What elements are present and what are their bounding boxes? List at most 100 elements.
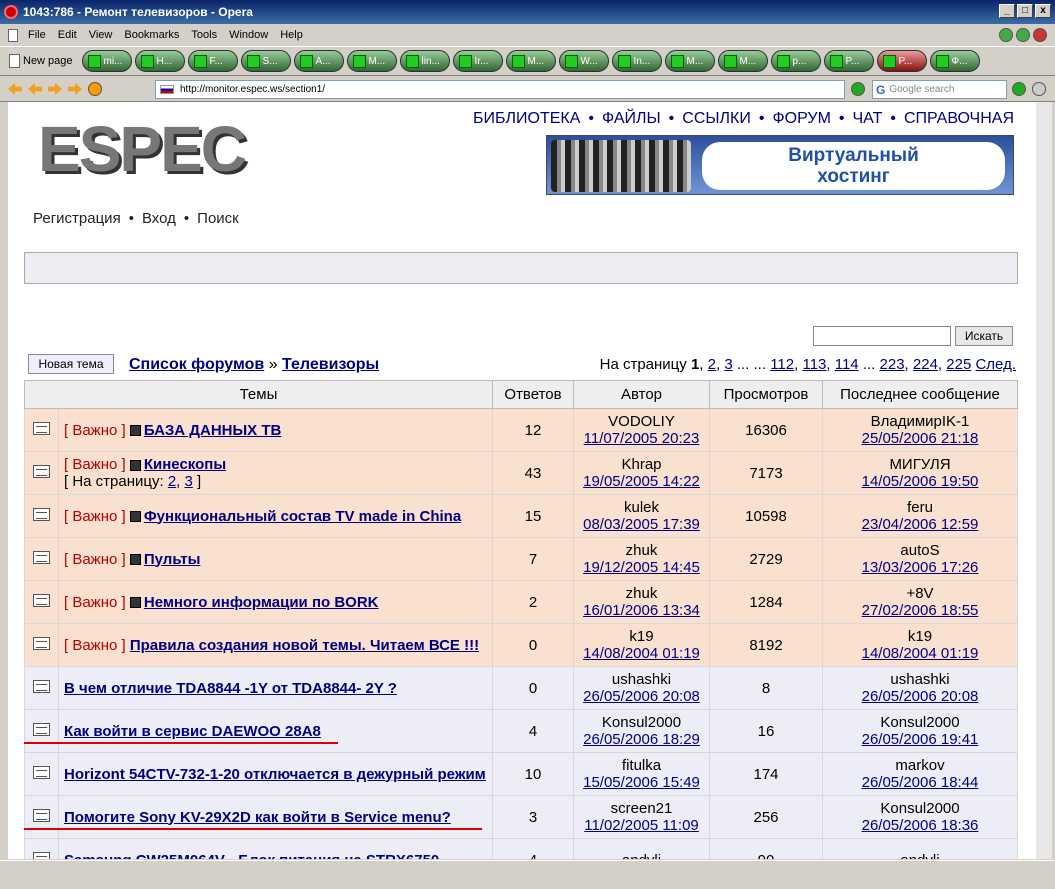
author-date[interactable]: 26/05/2006 18:29 [583,731,700,748]
search-button[interactable]: Искать [955,326,1013,346]
author-name[interactable]: Khrap [574,456,709,473]
pager-link[interactable]: 112 [770,356,794,373]
tab[interactable]: mi... [81,50,132,72]
nav-help[interactable]: СПРАВОЧНАЯ [904,110,1014,128]
topic-link[interactable]: Как войти в сервис DAEWOO 28A8 [64,723,321,740]
close-button[interactable]: x [1035,4,1051,18]
author-date[interactable]: 15/05/2006 15:49 [583,774,700,791]
last-post-date[interactable]: 27/02/2006 18:55 [862,602,979,619]
nav-links[interactable]: ССЫЛКИ [682,110,751,128]
tab[interactable]: In... [611,50,662,72]
new-page-button[interactable]: New page [6,54,76,68]
topic-link[interactable]: Помогите Sony KV-29X2D как войти в Servi… [64,809,451,826]
tab[interactable]: M... [664,50,715,72]
address-field[interactable]: http://monitor.espec.ws/section1/ [155,80,845,99]
maximize-button[interactable]: □ [1017,4,1033,18]
go-icon[interactable] [851,82,865,96]
tab[interactable]: H... [134,50,185,72]
last-post-date[interactable]: 23/04/2006 12:59 [862,516,979,533]
hosting-banner[interactable]: Виртуальный хостинг [546,135,1014,195]
topic-link[interactable]: Правила создания новой темы. Читаем ВСЕ … [130,637,479,654]
author-name[interactable]: screen21 [574,800,709,817]
forum-search-input[interactable] [813,326,951,346]
topic-link[interactable]: БАЗА ДАННЫХ ТВ [144,422,281,439]
breadcrumb-forum-list[interactable]: Список форумов [129,356,264,373]
tab[interactable]: p... [770,50,821,72]
author-name[interactable]: zhuk [574,542,709,559]
author-date[interactable]: 19/05/2005 14:22 [583,473,700,490]
topic-link[interactable]: Samsung CW25M064V - Блок питания на STRX… [64,852,439,860]
last-post-user[interactable]: Konsul2000 [823,714,1017,731]
pager-link[interactable]: 223 [880,356,905,373]
new-topic-button[interactable]: Новая тема [28,354,114,374]
topic-link[interactable]: Немного информации по BORK [144,594,379,611]
last-post-date[interactable]: 26/05/2006 18:36 [862,817,979,834]
pager-link[interactable]: 224 [913,356,938,373]
forward-circle-icon[interactable] [1016,28,1030,42]
search-link[interactable]: Поиск [197,210,239,227]
tab[interactable]: M... [717,50,768,72]
author-name[interactable]: Konsul2000 [574,714,709,731]
tab[interactable]: Ф... [929,50,980,72]
last-post-user[interactable]: andyli [823,852,1017,860]
tab[interactable]: F... [187,50,238,72]
nav-library[interactable]: БИБЛИОТЕКА [473,110,580,128]
nav-forum[interactable]: ФОРУМ [772,110,830,128]
menu-help[interactable]: Help [280,29,303,41]
topic-link[interactable]: Пульты [144,551,201,568]
nav-chat[interactable]: ЧАТ [853,110,883,128]
author-date[interactable]: 08/03/2005 17:39 [583,516,700,533]
menu-file[interactable]: File [28,29,46,41]
menu-bookmarks[interactable]: Bookmarks [124,29,179,41]
author-name[interactable]: fitulka [574,757,709,774]
tab[interactable]: S... [240,50,291,72]
last-post-user[interactable]: Konsul2000 [823,800,1017,817]
last-post-date[interactable]: 26/05/2006 18:44 [862,774,979,791]
last-post-user[interactable]: k19 [823,628,1017,645]
author-name[interactable]: kulek [574,499,709,516]
last-post-user[interactable]: МИГУЛЯ [823,456,1017,473]
tab[interactable]: W... [558,50,609,72]
register-link[interactable]: Регистрация [33,210,121,227]
topic-link[interactable]: Horizont 54CTV-732-1-20 отключается в де… [64,766,486,783]
pager-link[interactable]: 2 [708,356,716,373]
tab[interactable]: lin... [399,50,450,72]
topic-page-link[interactable]: 3 [185,473,193,490]
back-history-icon[interactable] [28,83,42,95]
last-post-user[interactable]: +8V [823,585,1017,602]
last-post-user[interactable]: feru [823,499,1017,516]
reload-icon[interactable] [88,82,102,96]
author-date[interactable]: 26/05/2006 20:08 [583,688,700,705]
topic-link[interactable]: Кинескопы [144,456,226,473]
author-date[interactable]: 14/08/2004 01:19 [583,645,700,662]
last-post-user[interactable]: markov [823,757,1017,774]
author-name[interactable]: zhuk [574,585,709,602]
forward-history-icon[interactable] [68,83,82,95]
last-post-user[interactable]: autoS [823,542,1017,559]
last-post-date[interactable]: 13/03/2006 17:26 [862,559,979,576]
login-link[interactable]: Вход [142,210,176,227]
close-page-icon[interactable] [1033,28,1047,42]
pager-link[interactable]: 114 [835,356,859,373]
google-search-field[interactable]: G Google search [872,80,1007,99]
minimize-button[interactable]: _ [999,4,1015,18]
pager-link[interactable]: 113 [802,356,826,373]
pager-link[interactable]: 225 [946,356,971,373]
last-post-date[interactable]: 26/05/2006 19:41 [862,731,979,748]
topic-link[interactable]: В чем отличие TDA8844 -1Y от TDA8844- 2Y… [64,680,397,697]
tab[interactable]: Ir... [452,50,503,72]
tab[interactable]: P... [823,50,874,72]
last-post-date[interactable]: 14/05/2006 19:50 [862,473,979,490]
last-post-date[interactable]: 25/05/2006 21:18 [862,430,979,447]
back-circle-icon[interactable] [999,28,1013,42]
vertical-scrollbar[interactable] [1036,102,1052,859]
site-logo[interactable]: ESPEC [38,114,247,184]
author-date[interactable]: 19/12/2005 14:45 [583,559,700,576]
author-name[interactable]: ushashki [574,671,709,688]
options-icon[interactable] [1032,82,1046,96]
last-post-date[interactable]: 26/05/2006 20:08 [862,688,979,705]
nav-files[interactable]: ФАЙЛЫ [602,110,661,128]
topic-link[interactable]: Функциональный состав TV made in China [144,508,461,525]
author-name[interactable]: VODOLIY [574,413,709,430]
back-arrow-icon[interactable] [8,83,22,95]
